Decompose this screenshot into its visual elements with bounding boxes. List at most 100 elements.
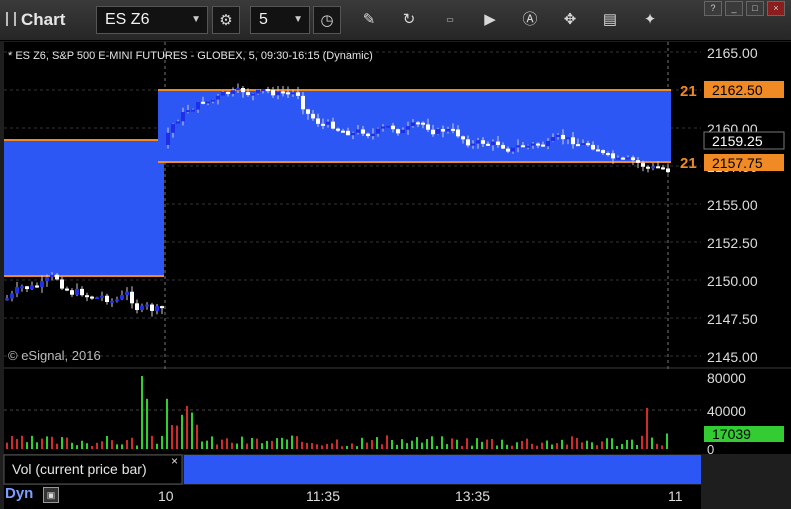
candle-body <box>406 126 410 130</box>
volume-bar <box>536 445 538 449</box>
volume-bar <box>151 435 153 449</box>
dynamic-mode-label[interactable]: Dyn <box>5 485 33 502</box>
candle-body <box>181 112 185 122</box>
volume-bar <box>66 437 68 449</box>
volume-bar <box>581 442 583 449</box>
volume-bar <box>261 443 263 449</box>
candle-body <box>586 143 590 146</box>
volume-bar <box>496 445 498 449</box>
candle-body <box>160 306 164 309</box>
candle-body <box>481 140 485 144</box>
candle-body <box>271 89 275 96</box>
volume-bar <box>101 441 103 449</box>
volume-bar <box>491 438 493 449</box>
volume-bar <box>31 435 33 449</box>
volume-bar <box>221 439 223 449</box>
volume-bar <box>641 435 643 449</box>
volume-bar <box>541 442 543 449</box>
candle-body <box>346 130 350 136</box>
candle-body <box>166 132 170 145</box>
volume-bar <box>611 438 613 449</box>
candle-body <box>566 137 570 140</box>
candle-body <box>291 92 295 95</box>
candle-body <box>15 287 19 294</box>
candle-body <box>416 122 420 125</box>
candle-body <box>491 141 495 146</box>
volume-bar <box>381 444 383 449</box>
volume-bar <box>266 440 268 449</box>
time-axis[interactable] <box>4 485 701 509</box>
volume-bar <box>341 446 343 449</box>
level-label-high: 21 <box>680 83 697 100</box>
volume-bar <box>566 444 568 449</box>
candle-body <box>135 303 139 311</box>
candle-body <box>596 149 600 152</box>
candle-body <box>426 124 430 130</box>
candle-body <box>581 143 585 146</box>
volume-bar <box>56 443 58 449</box>
volume-tick: 80000 <box>707 370 746 386</box>
volume-bar <box>436 445 438 449</box>
candle-body <box>95 297 99 300</box>
volume-bar <box>626 440 628 449</box>
candle-body <box>571 137 575 145</box>
candle-body <box>145 304 149 307</box>
candle-body <box>296 92 300 96</box>
candle-body <box>451 128 455 131</box>
lock-icon[interactable]: ▣ <box>43 487 59 503</box>
volume-bar <box>506 444 508 449</box>
candle-body <box>441 129 445 132</box>
price-chart[interactable]: * ES Z6, S&P 500 E-MINI FUTURES - GLOBEX… <box>0 0 791 509</box>
candle-body <box>221 91 225 96</box>
volume-bar <box>326 443 328 449</box>
candle-body <box>105 295 109 302</box>
candle-body <box>316 118 320 124</box>
volume-bar <box>296 436 298 449</box>
time-tick: 13:35 <box>455 488 490 504</box>
volume-bar <box>406 443 408 449</box>
candle-body <box>386 125 390 128</box>
volume-bar <box>666 433 668 449</box>
volume-bar <box>226 438 228 449</box>
candle-body <box>311 113 315 119</box>
candle-body <box>536 143 540 146</box>
volume-bar <box>586 440 588 449</box>
volume-bar <box>216 444 218 449</box>
candle-body <box>631 157 635 161</box>
candle-body <box>191 109 195 112</box>
volume-bar <box>646 407 648 449</box>
candle-body <box>321 123 325 126</box>
candle-body <box>85 295 89 298</box>
volume-bar <box>186 406 188 449</box>
candle-body <box>130 291 134 304</box>
volume-bar <box>616 445 618 449</box>
candle-body <box>421 122 425 125</box>
candle-body <box>251 93 255 96</box>
price-tick: 2147.50 <box>707 311 758 327</box>
candle-body <box>256 89 260 94</box>
indicator-close-icon[interactable]: × <box>171 454 178 468</box>
volume-bar <box>191 412 193 449</box>
candle-body <box>206 101 210 104</box>
candle-body <box>216 95 220 100</box>
volume-bar <box>116 444 118 449</box>
candle-body <box>646 166 650 169</box>
candle-body <box>201 101 205 104</box>
indicator-label: Vol (current price bar) <box>12 461 147 477</box>
candle-body <box>621 157 625 160</box>
volume-bar <box>386 435 388 449</box>
volume-bar <box>36 442 38 449</box>
candle-body <box>431 129 435 135</box>
candle-body <box>100 295 104 298</box>
candle-body <box>576 144 580 147</box>
candle-body <box>306 109 310 114</box>
candle-body <box>326 121 330 125</box>
volume-pane[interactable] <box>4 369 701 454</box>
candle-body <box>236 88 240 91</box>
volume-bar <box>521 440 523 449</box>
candle-body <box>286 92 290 95</box>
candle-body <box>561 134 565 140</box>
volume-bar <box>251 437 253 449</box>
indicator-band <box>184 455 701 484</box>
volume-bar <box>356 446 358 449</box>
